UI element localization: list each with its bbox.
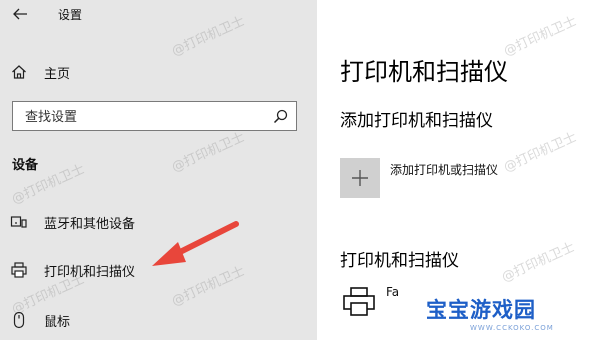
nav-home[interactable]: 主页 bbox=[0, 54, 317, 88]
brand-url: WWW.CCKOKO.COM bbox=[470, 324, 554, 332]
nav-home-label: 主页 bbox=[44, 67, 71, 82]
search-box[interactable] bbox=[12, 101, 297, 131]
search-icon[interactable] bbox=[273, 109, 288, 124]
page-title: 打印机和扫描仪 bbox=[340, 58, 508, 86]
window-title: 设置 bbox=[58, 8, 83, 22]
add-printer-button[interactable] bbox=[340, 158, 380, 198]
nav-mouse-label: 鼠标 bbox=[44, 315, 71, 330]
brand-name: 宝宝游戏园 bbox=[426, 298, 536, 322]
section-title-devices: 设备 bbox=[12, 158, 39, 173]
back-button[interactable] bbox=[8, 2, 32, 26]
plus-icon bbox=[352, 170, 368, 186]
nav-mouse[interactable]: 鼠标 bbox=[0, 302, 317, 336]
search-input[interactable] bbox=[23, 106, 267, 128]
printer-icon[interactable] bbox=[342, 286, 376, 318]
home-icon bbox=[10, 63, 28, 81]
printer-item-name[interactable]: Fa bbox=[386, 285, 399, 299]
nav-printers-label: 打印机和扫描仪 bbox=[44, 265, 136, 280]
nav-bluetooth-label: 蓝牙和其他设备 bbox=[44, 217, 136, 232]
printer-icon bbox=[10, 261, 28, 279]
title-bar: 设置 bbox=[0, 0, 317, 30]
printers-list-title: 打印机和扫描仪 bbox=[340, 251, 459, 271]
arrow-left-icon bbox=[13, 8, 27, 20]
mouse-icon bbox=[10, 311, 28, 329]
bluetooth-devices-icon bbox=[10, 213, 28, 231]
add-section-title: 添加打印机和扫描仪 bbox=[340, 111, 493, 131]
annotation-arrow-icon bbox=[152, 221, 239, 266]
add-printer-label[interactable]: 添加打印机或扫描仪 bbox=[390, 161, 498, 178]
brand-logo: 宝宝游戏园 WWW.CCKOKO.COM bbox=[426, 294, 576, 340]
